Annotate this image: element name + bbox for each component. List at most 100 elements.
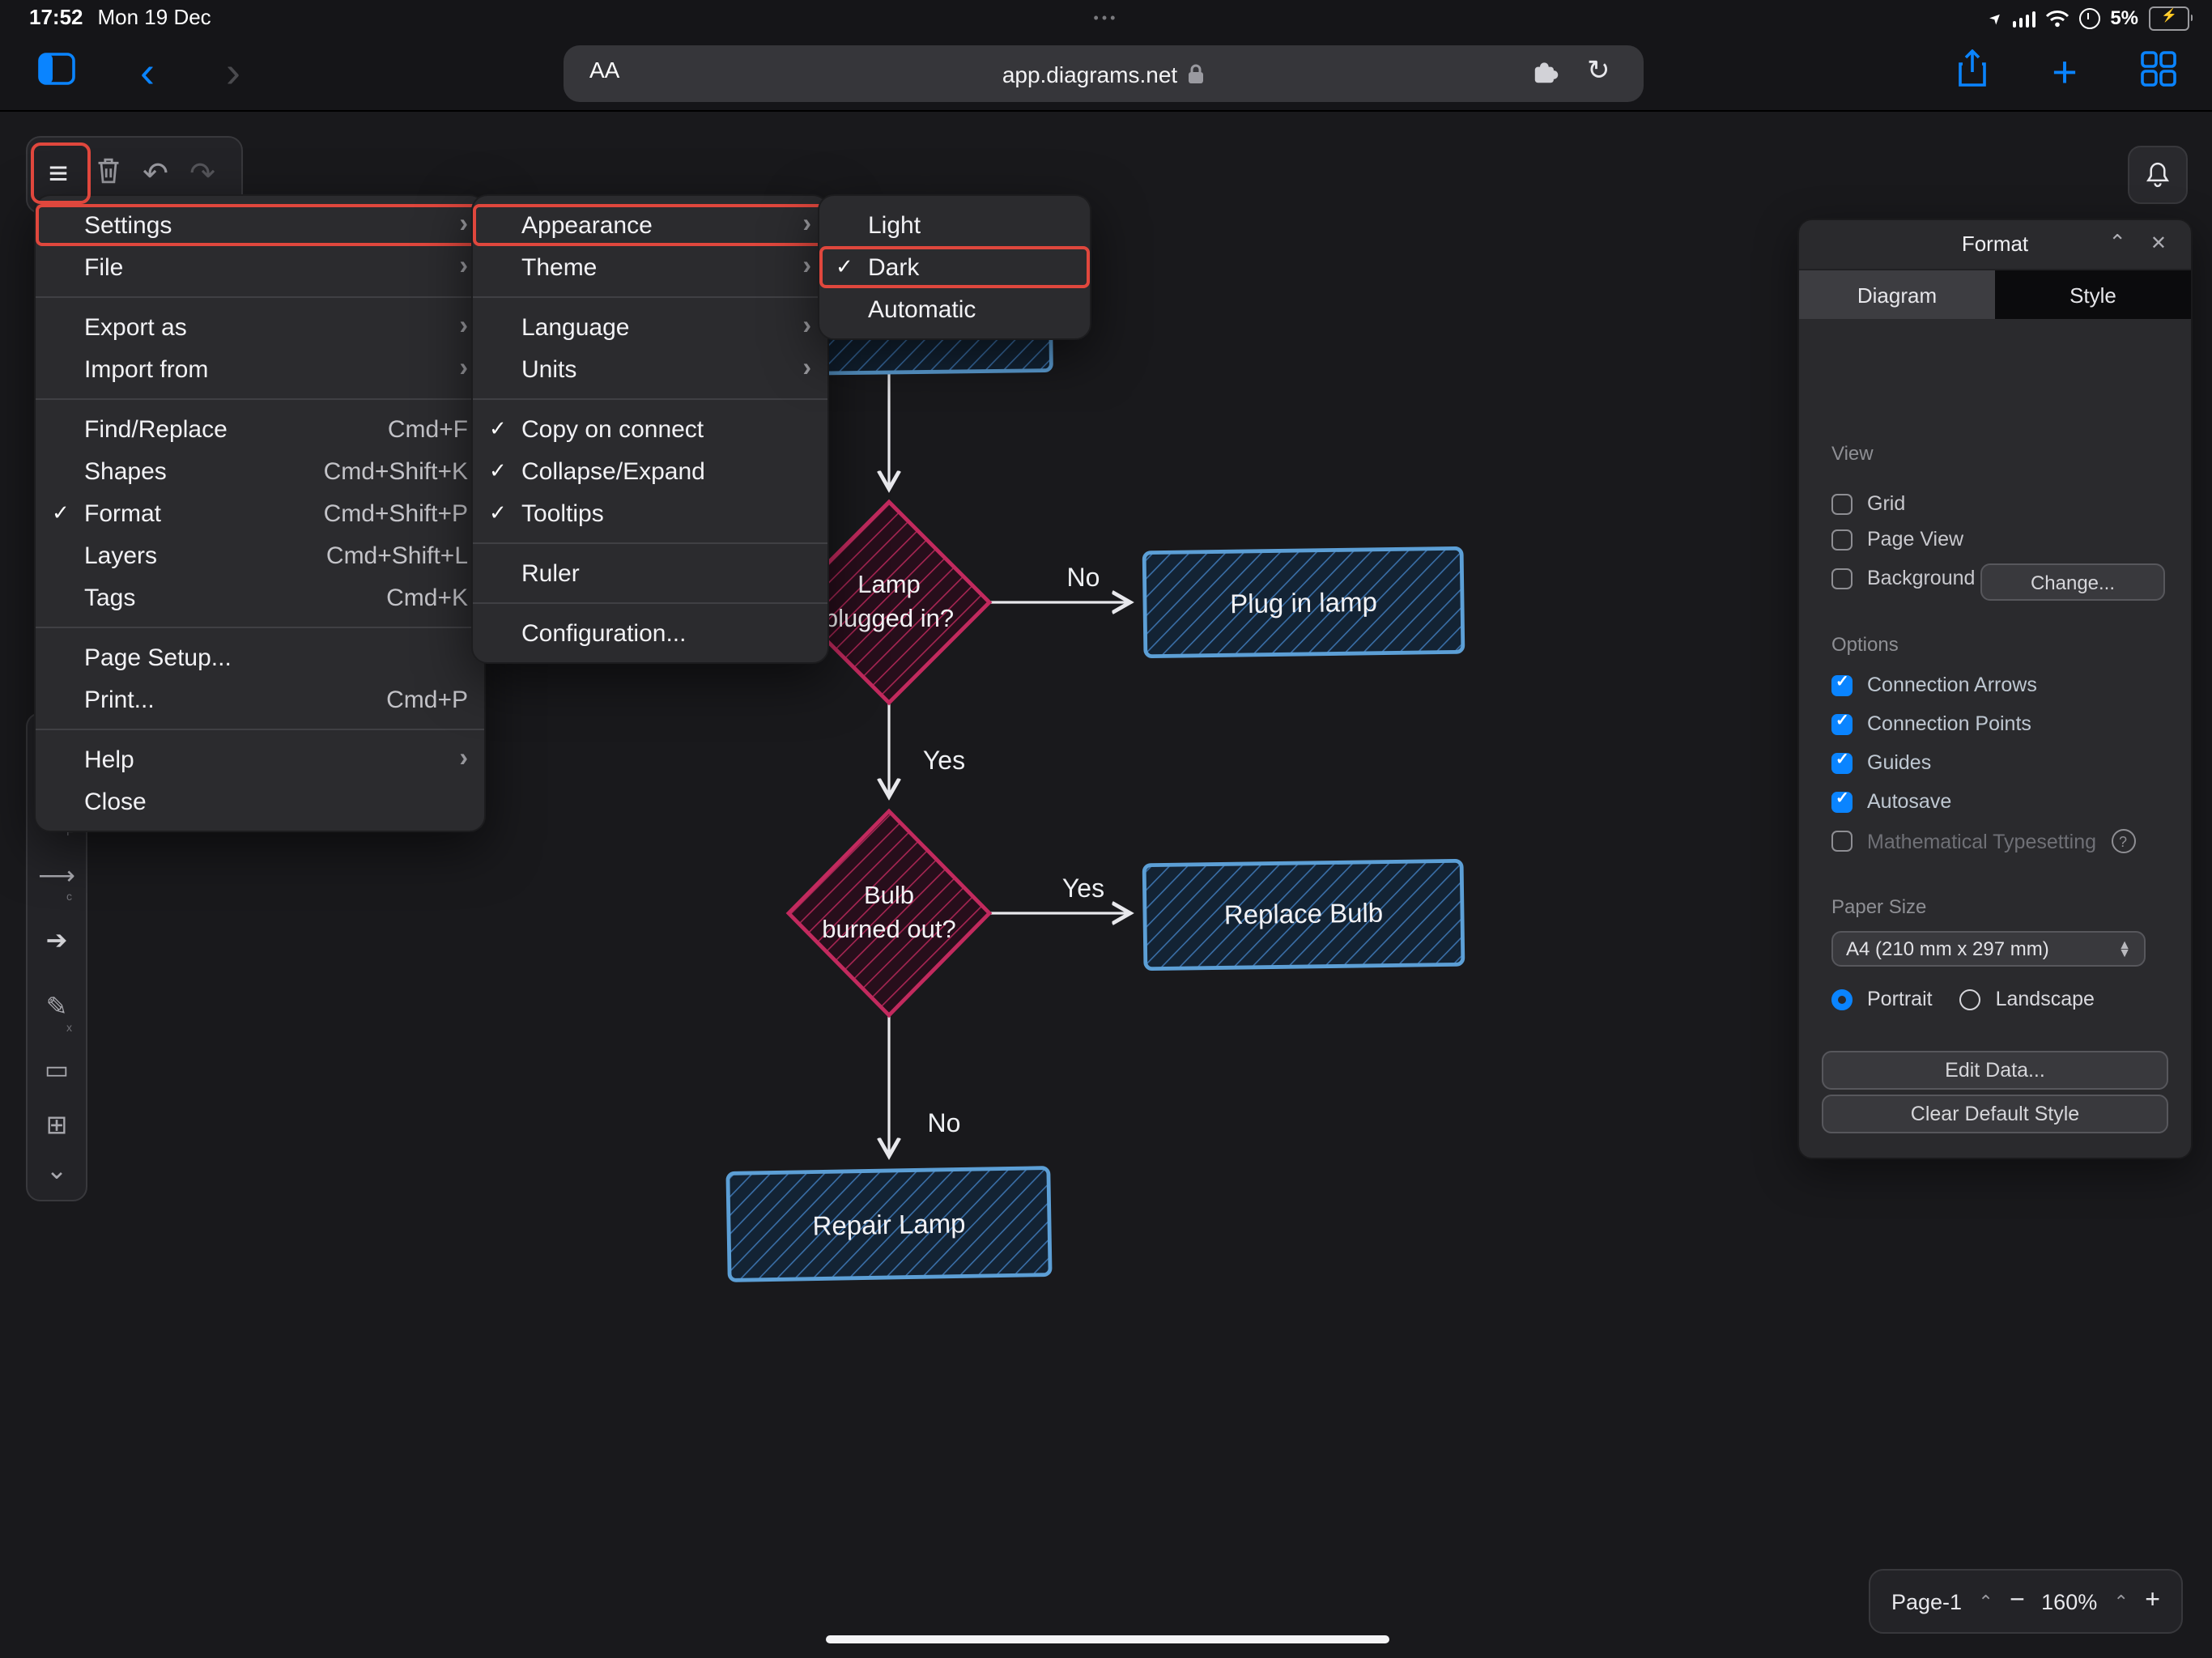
- checkbox-autosave[interactable]: Autosave: [1831, 790, 1951, 813]
- arrow-tool-icon[interactable]: ➔: [46, 925, 68, 957]
- checkbox[interactable]: [1831, 674, 1853, 695]
- menu-item-shapes[interactable]: Shapes Cmd+Shift+K: [36, 450, 484, 492]
- zoom-out-button[interactable]: −: [2010, 1587, 2025, 1616]
- menu-item-file[interactable]: File ›: [36, 246, 484, 288]
- add-shape-icon[interactable]: ⊞: [46, 1109, 68, 1141]
- menu-item-dark[interactable]: ✓ Dark: [819, 246, 1090, 288]
- menu-item-tags[interactable]: Tags Cmd+K: [36, 576, 484, 619]
- checkbox[interactable]: [1831, 790, 1853, 812]
- page-selector[interactable]: Page-1: [1891, 1589, 1962, 1613]
- zoom-level[interactable]: 160%: [2041, 1589, 2097, 1613]
- address-bar[interactable]: app.diagrams.net: [564, 45, 1644, 102]
- shape-tool-icon[interactable]: ▭: [45, 1054, 69, 1086]
- submenu-arrow-icon: ›: [459, 745, 468, 772]
- checkbox-mathematical-typesetting[interactable]: Mathematical Typesetting ?: [1831, 829, 2136, 853]
- radio-button[interactable]: [1831, 988, 1853, 1010]
- menu-item-units[interactable]: Units ›: [473, 348, 827, 390]
- checkbox[interactable]: [1831, 493, 1853, 514]
- new-tab-icon[interactable]: +: [2052, 48, 2078, 98]
- page-chevron-icon[interactable]: ⌃: [1978, 1591, 1993, 1612]
- checkbox[interactable]: [1831, 568, 1853, 589]
- checkbox[interactable]: [1831, 529, 1853, 550]
- node-label: burned out?: [822, 915, 955, 943]
- node-replace-bulb[interactable]: Replace Bulb: [1142, 858, 1465, 971]
- url-text: app.diagrams.net: [1002, 61, 1178, 87]
- notifications-button[interactable]: [2128, 146, 2188, 204]
- menu-item-theme[interactable]: Theme ›: [473, 246, 827, 288]
- radio-button[interactable]: [1959, 988, 1981, 1010]
- close-panel-icon[interactable]: ✕: [2150, 232, 2167, 254]
- checkbox-connection-arrows[interactable]: Connection Arrows: [1831, 674, 2037, 696]
- panel-title: Format: [1961, 232, 2029, 256]
- redo-icon[interactable]: ↷: [189, 156, 215, 193]
- node-repair-lamp[interactable]: Repair Lamp: [725, 1166, 1053, 1282]
- menu-item-page-setup[interactable]: Page Setup...: [36, 636, 484, 678]
- node-label: plugged in?: [824, 604, 954, 632]
- forward-button[interactable]: ›: [226, 50, 240, 95]
- collapse-panel-icon[interactable]: ⌃: [2108, 230, 2126, 256]
- clear-default-style-button[interactable]: Clear Default Style: [1822, 1095, 2168, 1133]
- menu-item-export-as[interactable]: Export as ›: [36, 306, 484, 348]
- checkbox-guides[interactable]: Guides: [1831, 751, 1931, 774]
- home-indicator[interactable]: [826, 1635, 1389, 1643]
- checkbox[interactable]: [1831, 712, 1853, 734]
- menu-item-ruler[interactable]: Ruler: [473, 552, 827, 594]
- undo-icon[interactable]: ↶: [143, 156, 168, 193]
- checkbox[interactable]: [1831, 751, 1853, 773]
- edit-data-button[interactable]: Edit Data...: [1822, 1051, 2168, 1090]
- tab-style[interactable]: Style: [1995, 270, 2191, 319]
- collapse-toolbar-icon[interactable]: ⌄: [46, 1154, 68, 1187]
- multitask-dots-icon[interactable]: •••: [1094, 10, 1119, 26]
- radio-portrait[interactable]: Portrait Landscape: [1831, 988, 2095, 1010]
- menu-item-import-from[interactable]: Import from ›: [36, 348, 484, 390]
- menu-item-format[interactable]: ✓ Format Cmd+Shift+P: [36, 492, 484, 534]
- menu-item-close[interactable]: Close: [36, 780, 484, 823]
- checkbox-connection-points[interactable]: Connection Points: [1831, 712, 2031, 735]
- menu-item-collapse-expand[interactable]: ✓ Collapse/Expand: [473, 450, 827, 492]
- menu-item-layers[interactable]: Layers Cmd+Shift+L: [36, 534, 484, 576]
- menu-item-help[interactable]: Help ›: [36, 738, 484, 780]
- node-bulb-burned[interactable]: Bulb burned out?: [785, 808, 993, 1018]
- menu-item-settings[interactable]: Settings ›: [36, 204, 484, 246]
- paper-size-select[interactable]: A4 (210 mm x 297 mm) ▲ ▼: [1831, 931, 2146, 967]
- menu-item-light[interactable]: Light: [819, 204, 1090, 246]
- menu-item-appearance[interactable]: Appearance ›: [473, 204, 827, 246]
- tabs-overview-icon[interactable]: [2141, 51, 2176, 95]
- menu-item-automatic[interactable]: Automatic: [819, 288, 1090, 330]
- zoom-chevron-icon[interactable]: ⌃: [2114, 1591, 2129, 1612]
- menu-separator: [473, 542, 827, 544]
- bell-icon: [2146, 162, 2170, 188]
- menu-hamburger-icon[interactable]: ≡: [49, 155, 69, 194]
- checkbox-background[interactable]: Background: [1831, 567, 1975, 589]
- zoom-in-button[interactable]: +: [2145, 1587, 2160, 1616]
- edge-label-yes-1: Yes: [923, 746, 965, 775]
- back-button[interactable]: ‹: [140, 50, 155, 95]
- change-background-button[interactable]: Change...: [1980, 563, 2165, 601]
- text-size-button[interactable]: AA: [589, 57, 619, 83]
- menu-item-language[interactable]: Language ›: [473, 306, 827, 348]
- menu-item-configuration[interactable]: Configuration...: [473, 612, 827, 654]
- line-tool-icon[interactable]: ⟶: [38, 860, 75, 892]
- menu-item-print[interactable]: Print... Cmd+P: [36, 678, 484, 721]
- node-label: Lamp: [857, 570, 921, 598]
- node-plug-in-lamp[interactable]: Plug in lamp: [1142, 546, 1465, 659]
- help-icon[interactable]: ?: [2111, 829, 2136, 853]
- delete-icon[interactable]: [95, 156, 122, 193]
- checkmark-icon: ✓: [489, 416, 507, 440]
- share-icon[interactable]: [1956, 49, 1989, 96]
- checkbox-grid[interactable]: Grid: [1831, 492, 1905, 515]
- checkbox-page-view[interactable]: Page View: [1831, 528, 1963, 551]
- section-paper-size: Paper Size: [1831, 895, 1927, 918]
- extensions-puzzle-icon[interactable]: [1532, 58, 1561, 84]
- tab-diagram[interactable]: Diagram: [1799, 270, 1995, 319]
- menu-item-tooltips[interactable]: ✓ Tooltips: [473, 492, 827, 534]
- freehand-tool-icon[interactable]: ✎: [46, 991, 68, 1023]
- menu-separator: [473, 296, 827, 298]
- reload-icon[interactable]: ↻: [1587, 55, 1610, 87]
- checkbox[interactable]: [1831, 831, 1853, 852]
- status-bar: 17:52 Mon 19 Dec ••• ➤ 5% ⚡: [0, 0, 2212, 36]
- alarm-icon: [2079, 7, 2101, 28]
- sidebar-toggle-icon[interactable]: [38, 53, 75, 93]
- menu-item-find-replace[interactable]: Find/Replace Cmd+F: [36, 408, 484, 450]
- menu-item-copy-on-connect[interactable]: ✓ Copy on connect: [473, 408, 827, 450]
